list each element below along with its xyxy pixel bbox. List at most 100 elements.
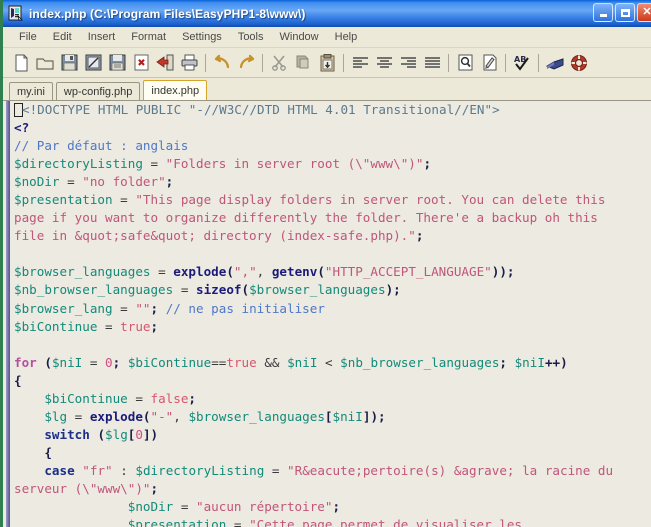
code-token: explode xyxy=(173,264,227,280)
code-token: $noDir xyxy=(127,499,174,515)
redo-icon[interactable] xyxy=(234,51,258,74)
code-token: ( xyxy=(142,408,151,424)
toolbar-separator xyxy=(262,53,263,72)
save-as-icon[interactable] xyxy=(81,51,105,74)
code-token: "Folders in server root (\"www\")" xyxy=(165,156,424,172)
close-file-icon[interactable]: ✖ xyxy=(129,51,153,74)
code-token: sizeof xyxy=(195,282,242,298)
code-token: ++) xyxy=(544,354,568,370)
document-tabs: my.ini wp-config.php index.php xyxy=(3,78,651,101)
code-token: $directoryListing xyxy=(135,462,265,478)
toolbar-separator xyxy=(205,53,206,72)
code-token: ; xyxy=(150,300,159,316)
save-icon[interactable] xyxy=(57,51,81,74)
code-token: $biContinue xyxy=(14,318,98,334)
dictionary-icon[interactable] xyxy=(543,51,567,74)
paste-icon[interactable] xyxy=(315,51,339,74)
code-token: = xyxy=(59,174,83,190)
exit-icon[interactable] xyxy=(153,51,177,74)
menu-item-settings[interactable]: Settings xyxy=(174,29,230,45)
code-token: ; xyxy=(188,390,197,406)
code-token: "R&eacute;pertoire(s) &agrave; la racine… xyxy=(287,462,614,478)
align-center-icon[interactable] xyxy=(372,51,396,74)
menu-item-window[interactable]: Window xyxy=(272,29,327,45)
print-icon[interactable] xyxy=(177,51,201,74)
code-token: $browser_lang xyxy=(14,300,113,316)
code-token: , xyxy=(256,264,272,280)
code-line: { xyxy=(14,372,651,390)
code-line: for ($niI = 0; $biContinue==true && $niI… xyxy=(14,354,651,372)
tab-wp-config-php[interactable]: wp-config.php xyxy=(55,82,141,100)
code-token: = xyxy=(150,264,174,280)
cut-icon[interactable] xyxy=(267,51,291,74)
code-token: ; xyxy=(150,318,159,334)
code-token: case xyxy=(44,462,75,478)
code-line: $biContinue = false; xyxy=(14,390,651,408)
code-token: $noDir xyxy=(14,174,60,190)
code-token: && xyxy=(256,354,288,370)
save-all-icon[interactable] xyxy=(105,51,129,74)
code-line: case "fr" : $directoryListing = "R&eacut… xyxy=(14,462,651,480)
code-token: "Cette page permet de visualiser les xyxy=(249,517,523,527)
menu-item-tools[interactable]: Tools xyxy=(230,29,272,45)
code-token: serveur (\"www\")" xyxy=(14,480,151,496)
code-token: $directoryListing xyxy=(14,156,143,172)
code-token: = xyxy=(264,462,288,478)
code-line: serveur (\"www\")"; xyxy=(14,480,651,498)
code-token: = xyxy=(112,300,136,316)
window-title: index.php (C:\Program Files\EasyPHP1-8\w… xyxy=(29,6,306,21)
svg-text:✖: ✖ xyxy=(137,58,145,69)
code-line: <!DOCTYPE HTML PUBLIC "-//W3C//DTD HTML … xyxy=(14,101,651,119)
maximize-button[interactable] xyxy=(615,3,635,22)
tab-index-php[interactable]: index.php xyxy=(143,80,208,100)
close-button[interactable]: ✕ xyxy=(637,3,651,22)
code-token: $presentation xyxy=(14,192,113,208)
code-token: ( xyxy=(44,354,52,370)
code-token: page if you want to organize differently… xyxy=(14,210,598,226)
open-folder-icon[interactable] xyxy=(33,51,57,74)
code-token: getenv xyxy=(271,264,318,280)
editor-gutter[interactable] xyxy=(3,101,12,527)
code-line: $noDir = "no folder"; xyxy=(14,173,651,191)
code-token: ; xyxy=(165,174,174,190)
tab-my-ini[interactable]: my.ini xyxy=(9,82,53,100)
undo-icon[interactable] xyxy=(210,51,234,74)
code-token: ]); xyxy=(362,408,386,424)
menu-item-insert[interactable]: Insert xyxy=(80,29,124,45)
toolbar-separator xyxy=(538,53,539,72)
code-text-area[interactable]: <!DOCTYPE HTML PUBLIC "-//W3C//DTD HTML … xyxy=(12,101,651,527)
code-token: true xyxy=(120,318,151,334)
code-token: { xyxy=(44,444,52,460)
menu-item-help[interactable]: Help xyxy=(327,29,366,45)
toolbar-separator xyxy=(448,53,449,72)
menu-item-format[interactable]: Format xyxy=(123,29,174,45)
spell-check-icon[interactable]: AB xyxy=(510,51,534,74)
align-left-icon[interactable] xyxy=(348,51,372,74)
align-right-icon[interactable] xyxy=(396,51,420,74)
new-file-icon[interactable] xyxy=(9,51,33,74)
minimize-button[interactable] xyxy=(593,3,613,22)
find-icon[interactable] xyxy=(453,51,477,74)
about-icon[interactable] xyxy=(567,51,591,74)
code-line: $directoryListing = "Folders in server r… xyxy=(14,155,651,173)
toolbar: ✖ AB xyxy=(3,48,651,78)
justify-icon[interactable] xyxy=(420,51,444,74)
code-line: $browser_languages = explode(",", getenv… xyxy=(14,263,651,281)
code-token: file in &quot;safe&quot; directory (inde… xyxy=(14,228,416,244)
code-token: // Par défaut : anglais xyxy=(14,138,189,154)
copy-icon[interactable] xyxy=(291,51,315,74)
code-token: ; xyxy=(415,228,424,244)
toolbar-separator xyxy=(343,53,344,72)
code-token: "HTTP_ACCEPT_LANGUAGE" xyxy=(324,264,492,280)
find-replace-icon[interactable] xyxy=(477,51,501,74)
code-line: $browser_lang = ""; // ne pas initialise… xyxy=(14,300,651,318)
menu-item-file[interactable]: File xyxy=(11,29,45,45)
code-token: [ xyxy=(324,408,333,424)
menu-item-edit[interactable]: Edit xyxy=(45,29,80,45)
